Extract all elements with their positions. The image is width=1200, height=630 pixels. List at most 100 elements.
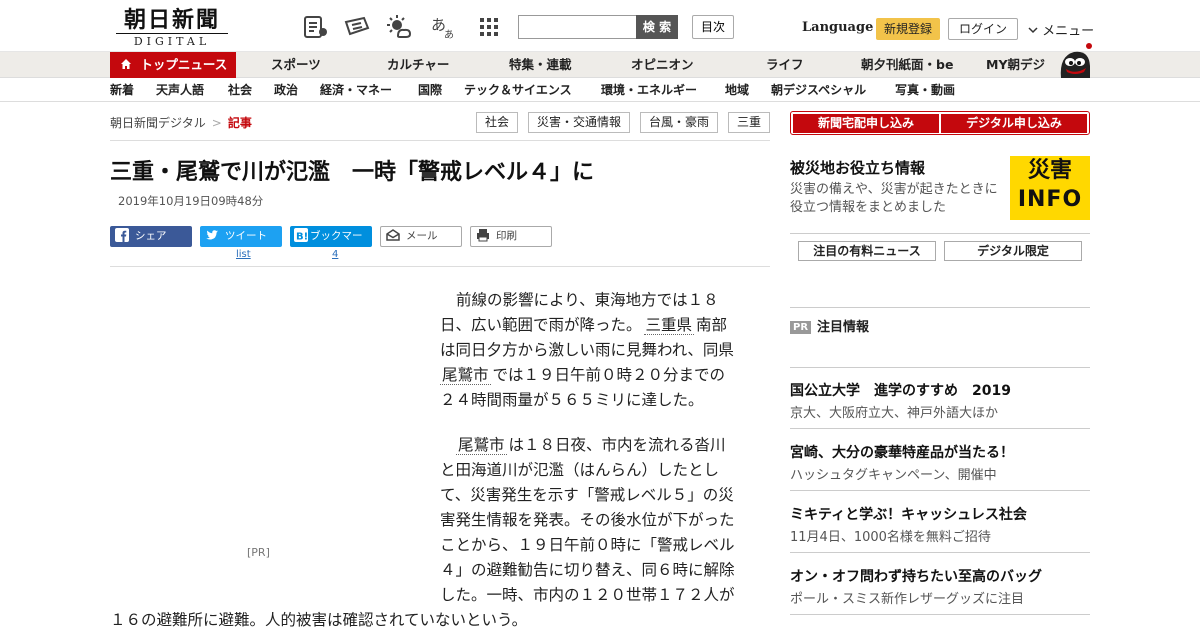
site-logo[interactable]: 朝日新聞 DIGITAL: [116, 7, 228, 48]
apps-grid-icon[interactable]: [476, 14, 502, 40]
pr-section-heading: PR 注目情報: [790, 316, 869, 335]
weather-icon[interactable]: [386, 14, 412, 40]
pr-heading-label: 注目情報: [817, 320, 870, 335]
hatena-icon: B!: [294, 228, 308, 242]
body-line: ４」の避難勧告に切り替え、同６時に解除: [440, 561, 735, 579]
paid-news-button[interactable]: 注目の有料ニュース: [798, 241, 936, 261]
nav-top-label: トップニュース: [140, 57, 228, 72]
pr-item-title[interactable]: オン・オフ問わず持ちたい至高のバッグ: [790, 566, 1042, 586]
disaster-info-desc: 災害の備えや、災害が起きたときに役立つ情報をまとめました: [790, 182, 998, 215]
sub-nav: 新着 天声人語 社会 政治 経済・マネー 国際 テック＆サイエンス 環境・エネル…: [0, 79, 1200, 102]
sub-nav-item[interactable]: テック＆サイエンス: [464, 79, 572, 101]
tag-mie[interactable]: 三重: [728, 112, 770, 133]
language-link[interactable]: Language: [802, 20, 873, 35]
subscribe-paper-button[interactable]: 新聞宅配申し込み: [793, 114, 939, 133]
mail-label: メール: [406, 230, 438, 242]
twitter-count[interactable]: list: [236, 249, 251, 260]
hatena-count[interactable]: 4: [332, 249, 338, 260]
tag-disaster-traffic[interactable]: 災害・交通情報: [528, 112, 630, 133]
login-button[interactable]: ログイン: [948, 18, 1018, 40]
divider: [790, 428, 1090, 429]
body-text: では１９日午前０時２０分までの: [492, 366, 726, 384]
menu-button[interactable]: メニュー: [1028, 20, 1094, 39]
pr-item-sub[interactable]: ポール・スミス新作レザーグッズに注目: [790, 588, 1024, 607]
breadcrumb-home[interactable]: 朝日新聞デジタル: [110, 116, 206, 130]
svg-text:B!: B!: [296, 232, 308, 243]
search-button[interactable]: 検 索: [636, 15, 678, 39]
body-line: 尾鷲市 では１９日午前０時２０分までの: [440, 363, 725, 388]
disaster-info-logo[interactable]: 災害 INFO: [1010, 156, 1090, 220]
nav-item-culture[interactable]: カルチャー: [387, 52, 449, 78]
search-input[interactable]: [518, 15, 638, 39]
pr-item-sub[interactable]: 11月4日、1000名様を無料ご招待: [790, 526, 991, 545]
sub-nav-item[interactable]: 経済・マネー: [320, 79, 392, 101]
nav-item-sports[interactable]: スポーツ: [271, 52, 321, 78]
article-title: 三重・尾鷲で川が氾濫 一時「警戒レベル４」に: [110, 160, 595, 185]
body-text: は１８日夜、市内を流れる沓川: [508, 436, 726, 454]
sub-nav-item[interactable]: 地域: [725, 79, 749, 101]
divider: [790, 367, 1090, 368]
logo-sub-text: DIGITAL: [116, 33, 228, 48]
toc-button[interactable]: 目次: [692, 15, 734, 39]
sub-nav-item[interactable]: 朝デジスペシャル: [771, 79, 866, 101]
menu-label: メニュー: [1042, 24, 1095, 39]
divider: [110, 140, 770, 141]
twitter-share-button[interactable]: ツイート: [200, 226, 282, 247]
sub-nav-item[interactable]: 環境・エネルギー: [601, 79, 697, 101]
keyword-link[interactable]: 三重県: [643, 316, 695, 335]
nav-item-top-news[interactable]: トップニュース: [110, 52, 236, 78]
keyword-link[interactable]: 尾鷲市: [456, 436, 507, 455]
sub-nav-item[interactable]: 国際: [418, 79, 442, 101]
body-line: １６の避難所に避難。人的被害は確認されていないという。: [110, 611, 528, 629]
keyword-link[interactable]: 尾鷲市: [440, 366, 491, 385]
sub-nav-item[interactable]: 写真・動画: [895, 79, 955, 101]
facebook-share-button[interactable]: シェア: [110, 226, 192, 247]
newspaper-icon[interactable]: [344, 14, 370, 40]
nav-item-features[interactable]: 特集・連載: [509, 52, 572, 78]
pr-item-title[interactable]: ミキティと学ぶ！キャッシュレス社会: [790, 504, 1027, 524]
tag-typhoon[interactable]: 台風・豪雨: [640, 112, 718, 133]
font-size-icon[interactable]: あ あ: [430, 14, 456, 40]
nav-item-my-asadigi[interactable]: MY朝デジ: [986, 52, 1045, 78]
chevron-down-icon: [1028, 27, 1038, 34]
breadcrumb: 朝日新聞デジタル > 記事: [110, 114, 252, 131]
body-line: 前線の影響により、東海地方では１８: [456, 291, 719, 309]
body-line: と田海道川が氾濫（はんらん）したとし: [440, 461, 720, 479]
pr-item-sub[interactable]: 京大、大阪府立大、神戸外語大ほか: [790, 402, 998, 421]
body-line: 尾鷲市 は１８日夜、市内を流れる沓川: [456, 433, 726, 458]
subscribe-digital-button[interactable]: デジタル申し込み: [941, 114, 1087, 133]
info-logo-top: 災害: [1027, 158, 1072, 183]
pr-item-title[interactable]: 宮崎、大分の豪華特産品が当たる！: [790, 442, 1014, 462]
facebook-icon: [115, 228, 129, 242]
pr-item-title[interactable]: 国公立大学 進学のすすめ 2019: [790, 380, 1011, 400]
twitter-share-label: ツイート: [225, 230, 267, 242]
body-text: 日、広い範囲で雨が降った。: [440, 316, 642, 334]
print-button[interactable]: 印刷: [470, 226, 552, 247]
main-nav: トップニュース スポーツ カルチャー 特集・連載 オピニオン ライフ 朝夕刊紙面…: [0, 52, 1200, 78]
body-line: ことから、１９日午前０時に「警戒レベル: [440, 536, 735, 554]
sub-nav-item[interactable]: 新着: [110, 79, 134, 101]
sub-nav-item[interactable]: 政治: [274, 79, 298, 101]
pr-ad-label: [PR]: [247, 546, 270, 559]
signup-button[interactable]: 新規登録: [876, 18, 940, 40]
tag-society[interactable]: 社会: [476, 112, 518, 133]
sub-nav-item[interactable]: 天声人語: [156, 79, 204, 101]
mail-button[interactable]: メール: [380, 226, 462, 247]
sub-nav-item[interactable]: 社会: [228, 79, 252, 101]
mascot-icon[interactable]: [1056, 42, 1092, 78]
list-icon[interactable]: [302, 14, 328, 40]
disaster-info-title[interactable]: 被災地お役立ち情報: [790, 157, 925, 178]
nav-item-opinion[interactable]: オピニオン: [631, 52, 694, 78]
hatena-bookmark-button[interactable]: B! ブックマーク: [290, 226, 372, 263]
body-line: て、災害発生を示す「警戒レベル５」の災: [440, 486, 734, 504]
pr-item-sub[interactable]: ハッシュタグキャンペーン、開催中: [790, 464, 997, 483]
logo-main-text: 朝日新聞: [123, 7, 220, 33]
nav-item-life[interactable]: ライフ: [766, 52, 804, 78]
digital-only-button[interactable]: デジタル限定: [944, 241, 1082, 261]
print-icon: [477, 229, 489, 242]
nav-item-paper[interactable]: 朝夕刊紙面・be: [861, 52, 953, 78]
body-line: は同日夕方から激しい雨に見舞われ、同県: [440, 341, 734, 359]
divider: [110, 266, 770, 267]
breadcrumb-separator: >: [211, 116, 222, 130]
body-line: 害発生情報を発表。その後水位が下がった: [440, 511, 735, 529]
